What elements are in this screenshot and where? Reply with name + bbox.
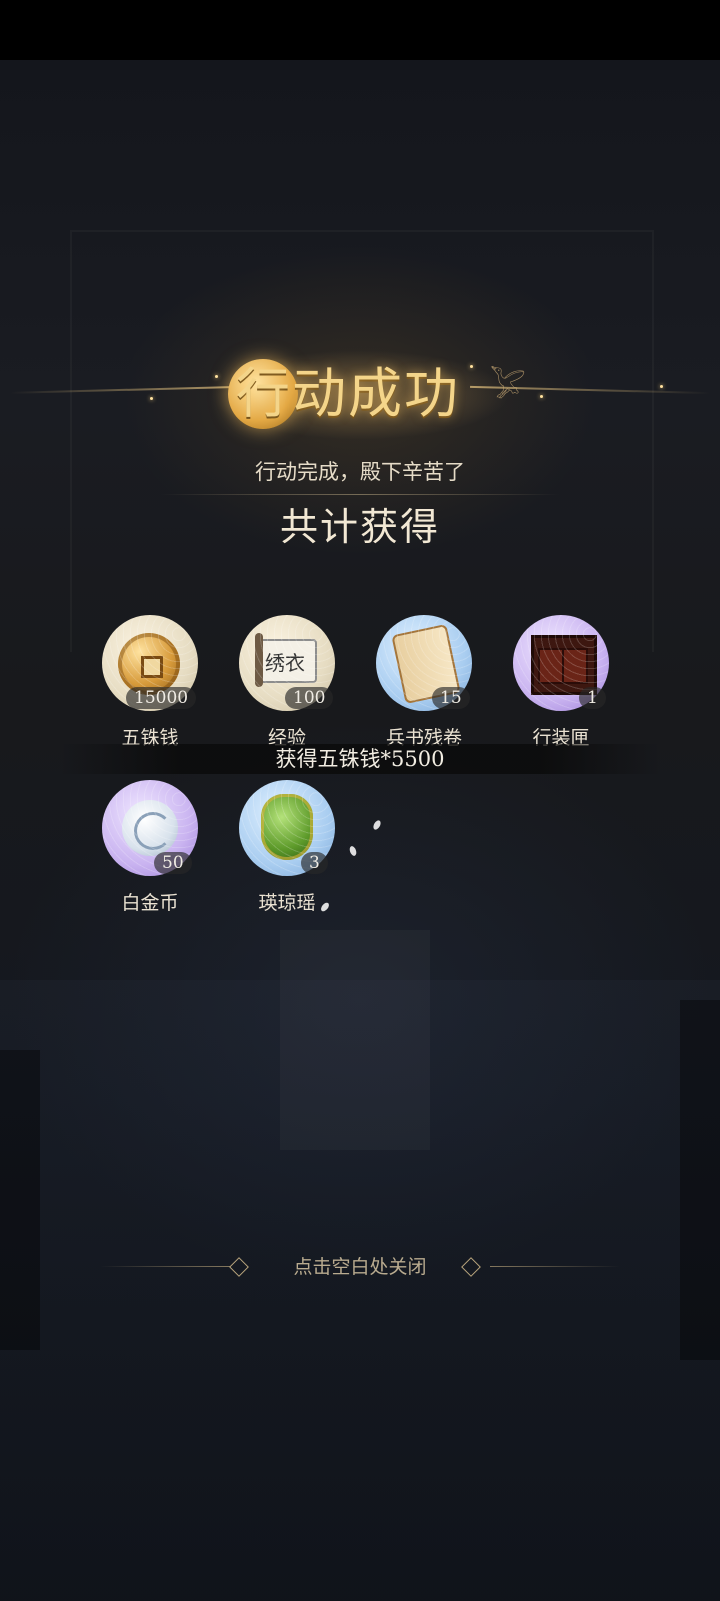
divider bbox=[160, 494, 560, 495]
background-pillar bbox=[0, 1050, 40, 1350]
success-banner: 行动成功 𓅯 bbox=[0, 345, 720, 445]
reward-toast: 获得五铢钱*5500 bbox=[60, 744, 660, 774]
reward-quantity: 100 bbox=[285, 687, 334, 709]
reward-quantity: 1 bbox=[579, 687, 606, 709]
reward-quantity: 15000 bbox=[126, 687, 197, 709]
jade-pendant-icon bbox=[261, 794, 313, 860]
sparkle-icon bbox=[150, 397, 153, 400]
divider-right bbox=[490, 1266, 620, 1267]
petal-effect bbox=[371, 819, 383, 831]
close-hint[interactable]: 点击空白处关闭 bbox=[100, 1252, 620, 1282]
banner-title: 行动成功 bbox=[236, 362, 460, 425]
swallow-icon: 𓅯 bbox=[490, 370, 526, 405]
reward-quantity: 3 bbox=[301, 852, 328, 874]
bronze-coin-icon bbox=[118, 633, 180, 695]
status-bar bbox=[0, 0, 720, 60]
reward-item-jade[interactable]: 3 瑛琼瑶 bbox=[229, 780, 339, 920]
background-pillar bbox=[680, 1000, 720, 1360]
sparkle-icon bbox=[660, 385, 663, 388]
rewards-heading: 共计获得 bbox=[279, 505, 440, 549]
close-hint-text: 点击空白处关闭 bbox=[293, 1256, 427, 1278]
reward-screen[interactable]: 行动成功 𓅯 行动完成，殿下辛苦了 共计获得 15000 五铢钱 绣衣 100 … bbox=[0, 0, 720, 1601]
platinum-coin-icon bbox=[122, 800, 178, 856]
banner-ribbon-left bbox=[10, 386, 230, 394]
petal-effect bbox=[348, 845, 358, 857]
sparkle-icon bbox=[470, 365, 473, 368]
scroll-icon: 绣衣 bbox=[253, 633, 319, 687]
sparkle-icon bbox=[540, 395, 543, 398]
reward-item-platinum-coin[interactable]: 50 白金币 bbox=[92, 780, 202, 920]
reward-item-travel-case[interactable]: 1 行装匣 bbox=[503, 615, 613, 755]
reward-item-wuzhu-coin[interactable]: 15000 五铢钱 bbox=[92, 615, 202, 755]
background-doorway bbox=[280, 930, 430, 1150]
reward-item-experience[interactable]: 绣衣 100 经验 bbox=[229, 615, 339, 755]
cabinet-icon bbox=[531, 635, 597, 695]
reward-name: 白金币 bbox=[121, 892, 179, 914]
completion-message: 行动完成，殿下辛苦了 bbox=[255, 460, 465, 484]
reward-item-war-book[interactable]: 15 兵书残卷 bbox=[366, 615, 476, 755]
reward-quantity: 15 bbox=[432, 687, 470, 709]
reward-quantity: 50 bbox=[154, 852, 192, 874]
reward-name: 瑛琼瑶 bbox=[258, 892, 316, 914]
sparkle-icon bbox=[215, 375, 218, 378]
